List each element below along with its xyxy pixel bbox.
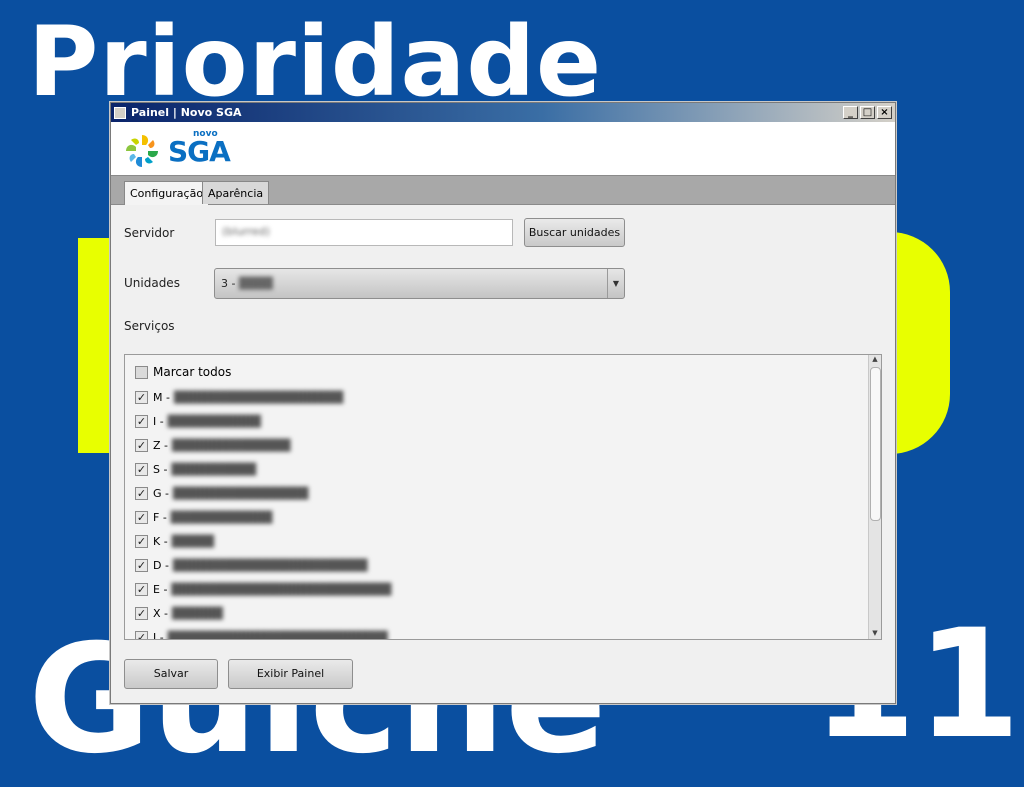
maximize-button[interactable]: □	[860, 106, 875, 119]
servico-name-blurred: ██████	[172, 606, 223, 620]
servicos-scrollbar[interactable]: ▲ ▼	[868, 355, 881, 639]
servico-code: M -	[153, 390, 170, 404]
list-item[interactable]: ✓ D - ███████████████████████	[135, 556, 368, 574]
unidades-label: Unidades	[124, 276, 180, 290]
servico-name-blurred: ███████████	[167, 414, 261, 428]
servicos-list: Marcar todos ✓ M - ████████████████████ …	[124, 354, 882, 640]
marcar-todos-checkbox[interactable]	[135, 365, 148, 379]
list-item[interactable]: ✓ M - ████████████████████	[135, 388, 343, 406]
list-item[interactable]: ✓ E - ██████████████████████████	[135, 580, 391, 598]
servico-code: J -	[153, 630, 164, 640]
minimize-button[interactable]: _	[843, 106, 858, 119]
servico-name-blurred: ██████████	[171, 462, 257, 476]
scroll-down-icon[interactable]: ▼	[869, 629, 881, 639]
servico-code: E -	[153, 582, 168, 596]
chevron-down-icon[interactable]: ▼	[607, 269, 624, 298]
scroll-thumb[interactable]	[870, 367, 881, 521]
close-button[interactable]: ×	[877, 106, 892, 119]
servico-name-blurred: ██████████████████████████	[167, 630, 388, 640]
servico-code: G -	[153, 486, 169, 500]
servico-name-blurred: █████	[171, 534, 214, 548]
marcar-todos-row[interactable]: Marcar todos	[135, 363, 231, 381]
servicos-label: Serviços	[124, 319, 175, 333]
tab-configuracao[interactable]: Configuração	[124, 181, 210, 205]
servico-code: F -	[153, 510, 167, 524]
salvar-button[interactable]: Salvar	[124, 659, 218, 689]
window-title: Painel | Novo SGA	[131, 106, 242, 119]
list-item[interactable]: ✓ X - ██████	[135, 604, 223, 622]
list-item[interactable]: ✓ S - ██████████	[135, 460, 256, 478]
checkbox-checked[interactable]: ✓	[135, 486, 148, 500]
checkbox-checked[interactable]: ✓	[135, 462, 148, 476]
unidades-select[interactable]: 3 - ████ ▼	[214, 268, 625, 299]
list-item[interactable]: ✓ G - ████████████████	[135, 484, 308, 502]
logo-sga-text: SGA	[168, 135, 231, 168]
servidor-value: (blurred)	[222, 225, 270, 238]
servico-code: I -	[153, 414, 164, 428]
checkbox-checked[interactable]: ✓	[135, 438, 148, 452]
painel-window: Painel | Novo SGA _ □ × novo SGA Configu…	[110, 102, 896, 704]
list-item[interactable]: ✓ I - ███████████	[135, 412, 261, 430]
servico-name-blurred: ████████████	[170, 510, 273, 524]
marcar-todos-label: Marcar todos	[153, 365, 232, 379]
list-item[interactable]: ✓ K - █████	[135, 532, 214, 550]
checkbox-checked[interactable]: ✓	[135, 606, 148, 620]
servidor-label: Servidor	[124, 226, 175, 240]
servico-name-blurred: ████████████████	[173, 486, 309, 500]
servico-name-blurred: ██████████████	[172, 438, 291, 452]
unidades-selected-value: 3 -	[221, 277, 236, 290]
window-app-icon	[114, 106, 126, 119]
servico-code: D -	[153, 558, 169, 572]
servico-code: Z -	[153, 438, 169, 452]
tab-aparencia[interactable]: Aparência	[202, 181, 270, 204]
servico-name-blurred: ████████████████████	[173, 390, 344, 404]
servico-name-blurred: ███████████████████████	[172, 558, 368, 572]
servico-code: K -	[153, 534, 168, 548]
logo-header: novo SGA	[111, 122, 895, 175]
tab-bar: Configuração Aparência	[111, 175, 895, 205]
servico-name-blurred: ██████████████████████████	[171, 582, 392, 596]
servico-code: X -	[153, 606, 169, 620]
checkbox-checked[interactable]: ✓	[135, 558, 148, 572]
window-titlebar[interactable]: Painel | Novo SGA _ □ ×	[111, 103, 895, 122]
checkbox-checked[interactable]: ✓	[135, 534, 148, 548]
list-item[interactable]: ✓ F - ████████████	[135, 508, 272, 526]
buscar-unidades-button[interactable]: Buscar unidades	[524, 218, 625, 247]
exibir-painel-button[interactable]: Exibir Painel	[228, 659, 353, 689]
servidor-input[interactable]: (blurred)	[215, 219, 513, 246]
servico-code: S -	[153, 462, 168, 476]
checkbox-checked[interactable]: ✓	[135, 582, 148, 596]
scroll-up-icon[interactable]: ▲	[869, 355, 881, 365]
list-item[interactable]: ✓ Z - ██████████████	[135, 436, 290, 454]
configuracao-panel: Servidor (blurred) Buscar unidades Unida…	[111, 205, 895, 702]
unidades-blurred-name: ████	[238, 277, 273, 290]
checkbox-checked[interactable]: ✓	[135, 390, 148, 404]
list-item[interactable]: ✓ J - ██████████████████████████	[135, 628, 388, 640]
checkbox-checked[interactable]: ✓	[135, 414, 148, 428]
checkbox-checked[interactable]: ✓	[135, 630, 148, 639]
sga-logo-icon	[126, 135, 158, 167]
checkbox-checked[interactable]: ✓	[135, 510, 148, 524]
